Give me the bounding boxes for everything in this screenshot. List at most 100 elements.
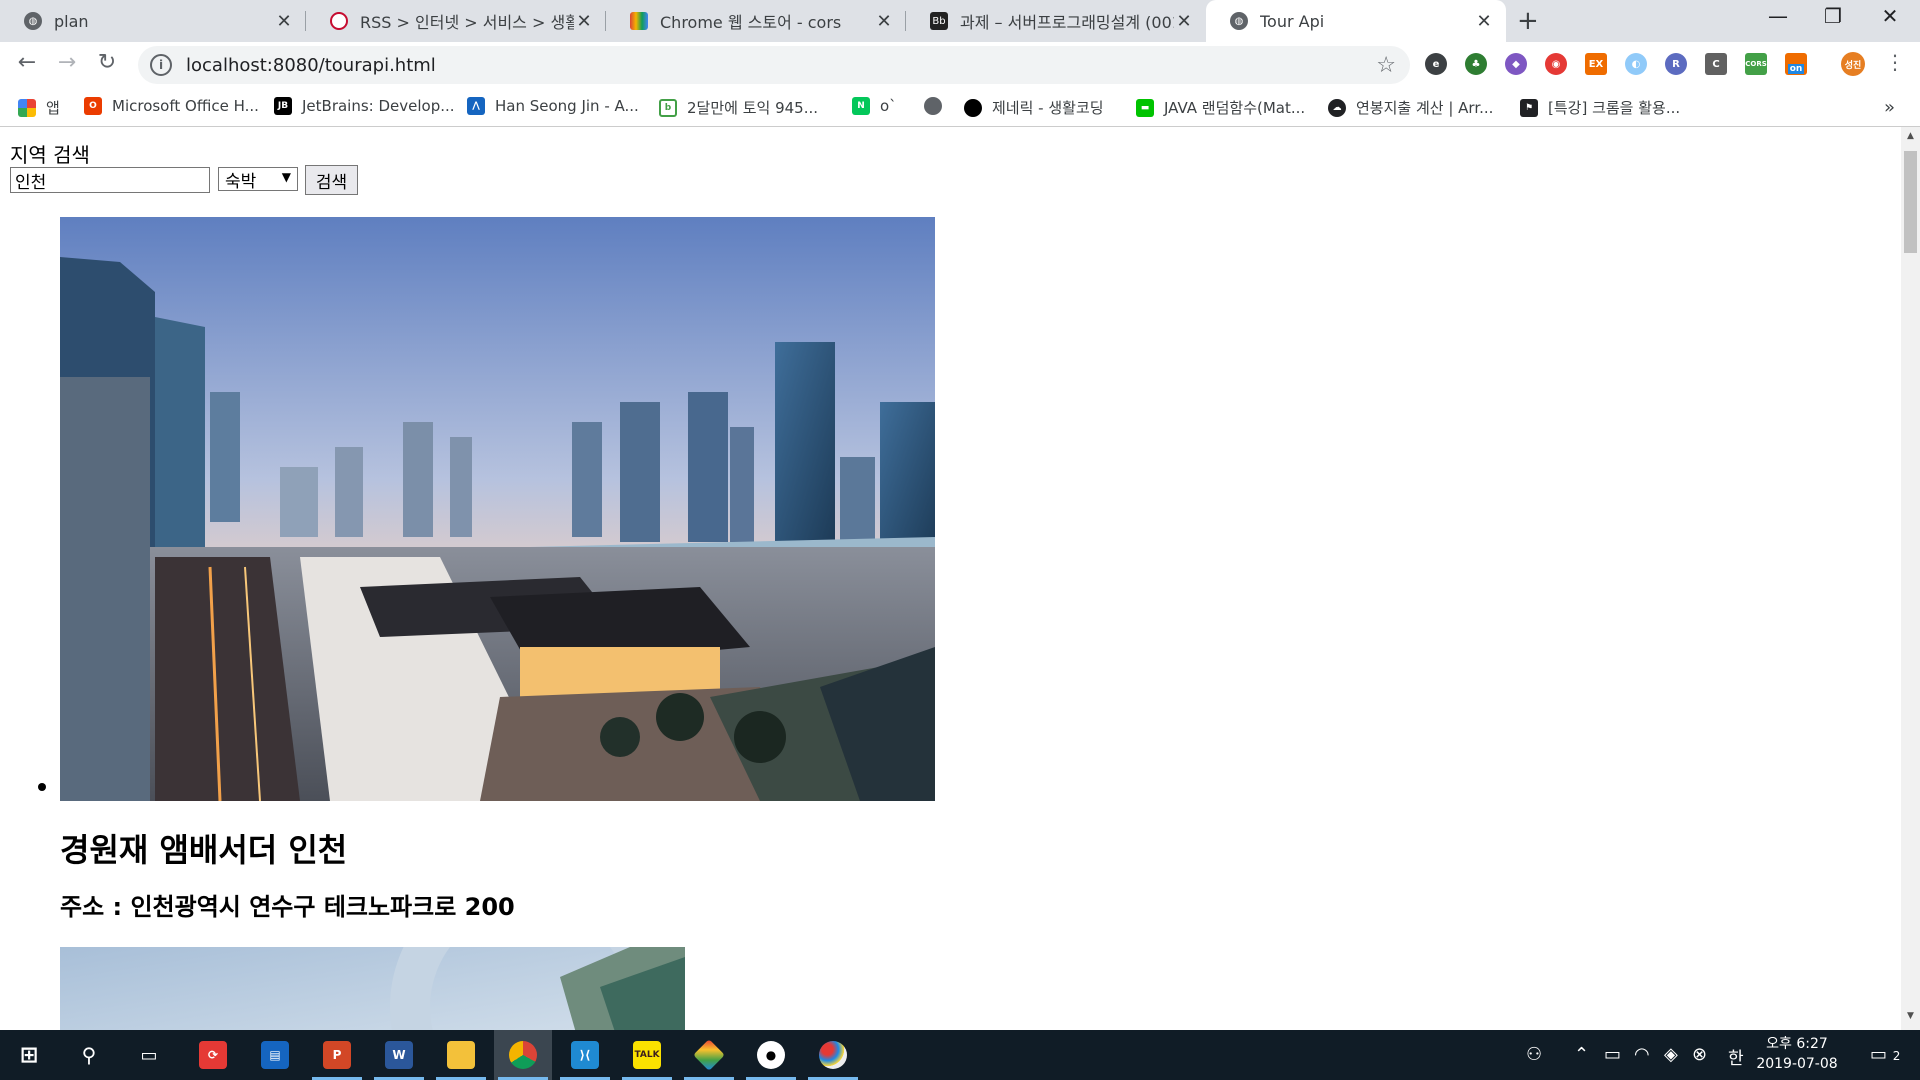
taskbar-app-powerpoint[interactable]: P (308, 1030, 366, 1080)
penguin-icon: ● (757, 1041, 785, 1069)
taskbar-app-file-explorer[interactable] (432, 1030, 490, 1080)
close-icon[interactable]: ✕ (574, 11, 594, 32)
profile-avatar[interactable]: 성진 (1841, 52, 1865, 76)
close-icon[interactable]: ✕ (1174, 11, 1194, 32)
tab-strip: ◍ plan ✕ RSS > 인터넷 > 서비스 > 생활코 ✕ Chrome … (0, 0, 1920, 42)
taskbar-search-button[interactable]: ⚲ (60, 1030, 118, 1080)
extension-blue-icon[interactable]: ◐ (1625, 53, 1647, 75)
bookmark-han-seong-jin[interactable]: ⋀ Han Seong Jin - A... (467, 97, 639, 115)
action-center-button[interactable]: ▭ 2 (1870, 1044, 1900, 1065)
vertical-scrollbar[interactable]: ▲ ▼ (1901, 127, 1920, 1030)
close-icon[interactable]: ✕ (1474, 11, 1494, 32)
info-icon[interactable]: i (150, 54, 172, 76)
task-view-button[interactable]: ▭ (120, 1030, 178, 1080)
tab-assignment[interactable]: Bb 과제 – 서버프로그래밍설계 (001 ✕ (906, 0, 1206, 42)
taskbar-app-word[interactable]: W (370, 1030, 428, 1080)
chrome-icon (509, 1041, 537, 1069)
taskbar-clock[interactable]: 오후 6:27 2019-07-08 (1752, 1034, 1842, 1074)
network-app-icon: ▤ (261, 1041, 289, 1069)
scroll-up-arrow-icon[interactable]: ▲ (1901, 131, 1920, 148)
extension-green-icon[interactable]: ♣ (1465, 53, 1487, 75)
restore-button[interactable]: ❐ (1813, 4, 1853, 28)
tab-rss[interactable]: RSS > 인터넷 > 서비스 > 생활코 ✕ (306, 0, 606, 42)
tab-chrome-web-store[interactable]: Chrome 웹 스토어 - cors ✕ (606, 0, 906, 42)
address-bar[interactable]: i localhost:8080/tourapi.html ☆ (138, 46, 1410, 84)
clock-date: 2019-07-08 (1756, 1056, 1838, 1072)
office-icon: O (84, 97, 102, 115)
flag-icon: ⚑ (1520, 98, 1538, 117)
taskbar-app-network[interactable]: ▤ (246, 1030, 304, 1080)
git-icon (693, 1039, 725, 1071)
taskbar-app-penguin[interactable]: ● (742, 1030, 800, 1080)
bookmark-label: [특강] 크롬을 활용... (1548, 99, 1681, 117)
taskbar-app-chrome[interactable] (494, 1030, 552, 1080)
reload-button[interactable]: ↻ (92, 50, 122, 75)
browser-toolbar: ← → ↻ i localhost:8080/tourapi.html ☆ e … (0, 42, 1920, 88)
extension-red-icon[interactable]: ◉ (1545, 53, 1567, 75)
bookmark-globe[interactable] (924, 97, 952, 115)
bookmark-generic-coding[interactable]: 제네릭 - 생활코딩 (964, 97, 1104, 118)
powerpoint-icon: P (323, 1041, 351, 1069)
dropbox-icon[interactable]: ◈ (1664, 1044, 1678, 1065)
blog-icon: b (659, 98, 677, 117)
dropdown-arrow-icon: ▼ (281, 170, 291, 184)
wifi-icon[interactable]: ◠ (1634, 1044, 1650, 1065)
bookmark-salary[interactable]: ☁ 연봉지출 계산 | Arr... (1328, 97, 1493, 118)
extension-r-icon[interactable]: R (1665, 53, 1687, 75)
taskbar-app-kakaotalk[interactable]: TALK (618, 1030, 676, 1080)
taskbar-app-git[interactable] (680, 1030, 738, 1080)
tab-plan[interactable]: ◍ plan ✕ (0, 0, 306, 42)
window-close-button[interactable]: ✕ (1870, 4, 1910, 28)
close-icon[interactable]: ✕ (874, 11, 894, 32)
bookmark-jetbrains[interactable]: JB JetBrains: Develop... (274, 97, 455, 115)
menu-icon[interactable]: ⋮ (1880, 50, 1910, 74)
bookmark-star-icon[interactable]: ☆ (1376, 53, 1396, 78)
result-title: 경원재 앰배서더 인천 (60, 831, 348, 869)
start-button[interactable]: ⊞ (0, 1030, 58, 1080)
search-label: 지역 검색 (10, 143, 90, 167)
search-button[interactable]: 검색 (305, 165, 358, 195)
vscode-icon: ⟩⟨ (571, 1041, 599, 1069)
bookmark-apps[interactable]: 앱 (18, 97, 60, 118)
scroll-down-arrow-icon[interactable]: ▼ (1901, 1011, 1920, 1028)
ime-indicator[interactable]: 한 (1728, 1044, 1744, 1069)
bookmark-label: Han Seong Jin - A... (495, 97, 639, 115)
taskbar-app-sync[interactable]: ⟳ (184, 1030, 242, 1080)
bookmark-java-random[interactable]: ▬ JAVA 랜덤함수(Mat... (1136, 97, 1305, 118)
taskbar-app-vscode[interactable]: ⟩⟨ (556, 1030, 614, 1080)
minimize-button[interactable]: — (1758, 4, 1798, 28)
new-tab-button[interactable]: + (1517, 6, 1539, 36)
bookmark-office[interactable]: O Microsoft Office H... (84, 97, 259, 115)
bookmarks-overflow-button[interactable]: » (1884, 97, 1895, 118)
notification-icon: ▭ (1870, 1044, 1888, 1065)
extension-e-icon[interactable]: e (1425, 53, 1447, 75)
search-icon: ⚲ (81, 1043, 97, 1067)
scrollbar-thumb[interactable] (1904, 151, 1917, 253)
close-icon[interactable]: ✕ (274, 11, 294, 32)
bookmark-chrome-lecture[interactable]: ⚑ [특강] 크롬을 활용... (1520, 97, 1680, 118)
extension-ex-icon[interactable]: EX (1585, 53, 1607, 75)
list-bullet (38, 783, 46, 791)
people-icon[interactable]: ⚇ (1526, 1044, 1542, 1065)
extension-c-icon[interactable]: C (1705, 53, 1727, 75)
result-address: 주소 : 인천광역시 연수구 테크노파크로 200 (60, 893, 515, 921)
show-hidden-icons-icon[interactable]: ⌃ (1574, 1044, 1589, 1065)
battery-icon[interactable]: ▭ (1604, 1044, 1621, 1065)
kakaotalk-icon: TALK (633, 1041, 661, 1069)
file-explorer-icon (447, 1041, 475, 1069)
tab-tour-api[interactable]: ◍ Tour Api ✕ (1206, 0, 1506, 42)
extension-purple-icon[interactable]: ◆ (1505, 53, 1527, 75)
region-input[interactable] (10, 167, 210, 193)
volume-muted-icon[interactable]: ⊗ (1692, 1044, 1707, 1065)
bookmark-toeic[interactable]: b 2달만에 토익 945... (659, 97, 818, 118)
url-text[interactable]: localhost:8080/tourapi.html (186, 55, 1376, 76)
bookmark-naver[interactable]: N o` (852, 97, 897, 115)
category-selected-value: 숙박 (225, 171, 257, 192)
back-button[interactable]: ← (12, 50, 42, 75)
category-select[interactable]: 숙박 ▼ (218, 167, 298, 192)
forward-button[interactable]: → (52, 50, 82, 75)
bookmark-label: o` (880, 97, 897, 115)
extension-cors-icon[interactable]: CORS (1745, 53, 1767, 75)
taskbar-app-paint[interactable] (804, 1030, 862, 1080)
extension-on-icon[interactable]: on (1785, 53, 1807, 75)
